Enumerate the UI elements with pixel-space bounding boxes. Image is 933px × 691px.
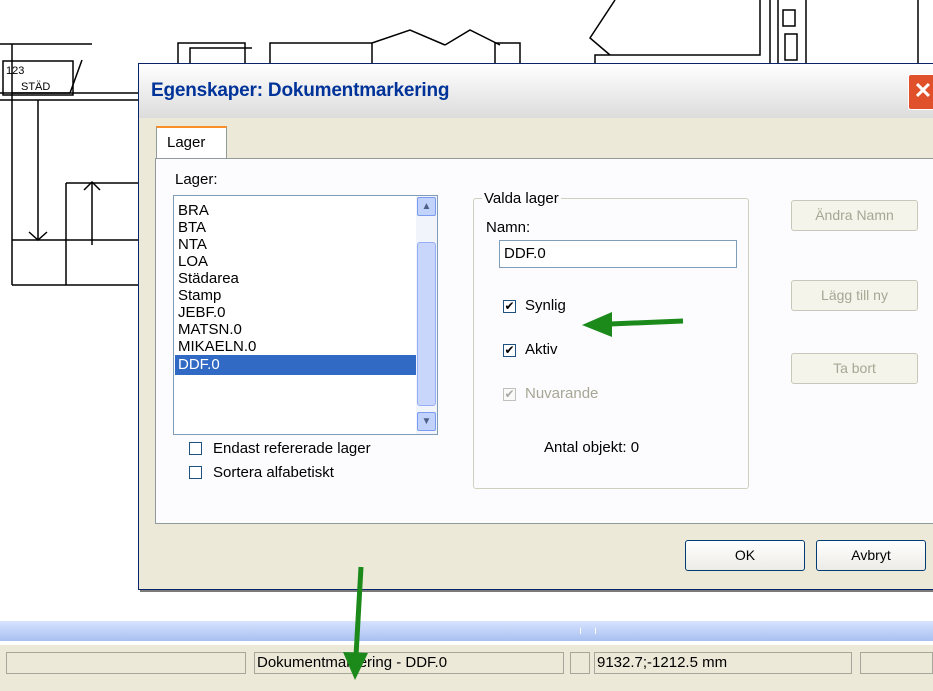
active-checkbox[interactable]: ✔ — [503, 344, 516, 357]
layers-scrollbar[interactable]: ▲ ▼ — [416, 196, 437, 434]
only-referenced-label: Endast refererade lager — [213, 440, 371, 457]
status-bar: Dokumentmarkering - DDF.0 9132.7;-1212.5… — [0, 645, 933, 691]
status-coordinates: 9132.7;-1212.5 mm — [594, 652, 852, 674]
status-pane-small — [570, 652, 590, 674]
dialog-title: Egenskaper: Dokumentmarkering — [151, 80, 450, 101]
only-referenced-checkbox[interactable] — [189, 442, 202, 455]
status-pane-end — [860, 652, 933, 674]
scroll-down-icon[interactable]: ▼ — [417, 412, 436, 431]
visible-checkbox[interactable]: ✔ — [503, 300, 516, 313]
list-item[interactable]: LOA — [175, 253, 419, 270]
horizontal-scrollbar[interactable] — [0, 621, 933, 641]
scroll-thumb[interactable] — [417, 242, 436, 406]
sort-alpha-label: Sortera alfabetiskt — [213, 464, 334, 481]
rename-button[interactable]: Ändra Namn — [791, 200, 918, 231]
ok-button[interactable]: OK — [685, 540, 805, 571]
properties-dialog: Egenskaper: Dokumentmarkering ✕ Lager La… — [138, 63, 933, 590]
sort-alpha-checkbox[interactable] — [189, 466, 202, 479]
current-label: Nuvarande — [525, 385, 599, 402]
list-item-selected[interactable]: DDF.0 — [175, 355, 419, 375]
list-item[interactable]: NTA — [175, 236, 419, 253]
status-pane-empty — [6, 652, 246, 674]
name-field[interactable]: DDF.0 — [499, 240, 737, 268]
scroll-up-icon[interactable]: ▲ — [417, 197, 436, 216]
active-label: Aktiv — [525, 341, 558, 358]
list-item[interactable]: JEBF.0 — [175, 304, 419, 321]
room-name: STÄD — [21, 81, 50, 93]
group-legend: Valda lager — [482, 190, 561, 207]
visible-label: Synlig — [525, 297, 566, 314]
list-item[interactable]: MIKAELN.0 — [175, 338, 419, 355]
status-mode: Dokumentmarkering - DDF.0 — [254, 652, 564, 674]
dialog-titlebar[interactable]: Egenskaper: Dokumentmarkering ✕ — [139, 64, 933, 118]
add-new-button[interactable]: Lägg till ny — [791, 280, 918, 311]
name-label: Namn: — [486, 219, 531, 236]
list-item[interactable]: BRA — [175, 202, 419, 219]
tab-lager[interactable]: Lager — [156, 126, 227, 159]
close-icon[interactable]: ✕ — [908, 74, 933, 110]
object-count: Antal objekt: 0 — [544, 439, 640, 456]
layers-label: Lager: — [175, 171, 218, 188]
room-number: 123 — [6, 65, 24, 77]
cancel-button[interactable]: Avbryt — [816, 540, 926, 571]
remove-button[interactable]: Ta bort — [791, 353, 918, 384]
layers-listbox[interactable]: BRA BTA NTA LOA Städarea Stamp JEBF.0 MA… — [173, 195, 438, 435]
list-item[interactable]: Städarea — [175, 270, 419, 287]
list-item[interactable]: MATSN.0 — [175, 321, 419, 338]
list-item[interactable]: BTA — [175, 219, 419, 236]
grip-icon — [580, 628, 596, 634]
current-checkbox[interactable]: ✔ — [503, 388, 516, 401]
list-item[interactable]: Stamp — [175, 287, 419, 304]
